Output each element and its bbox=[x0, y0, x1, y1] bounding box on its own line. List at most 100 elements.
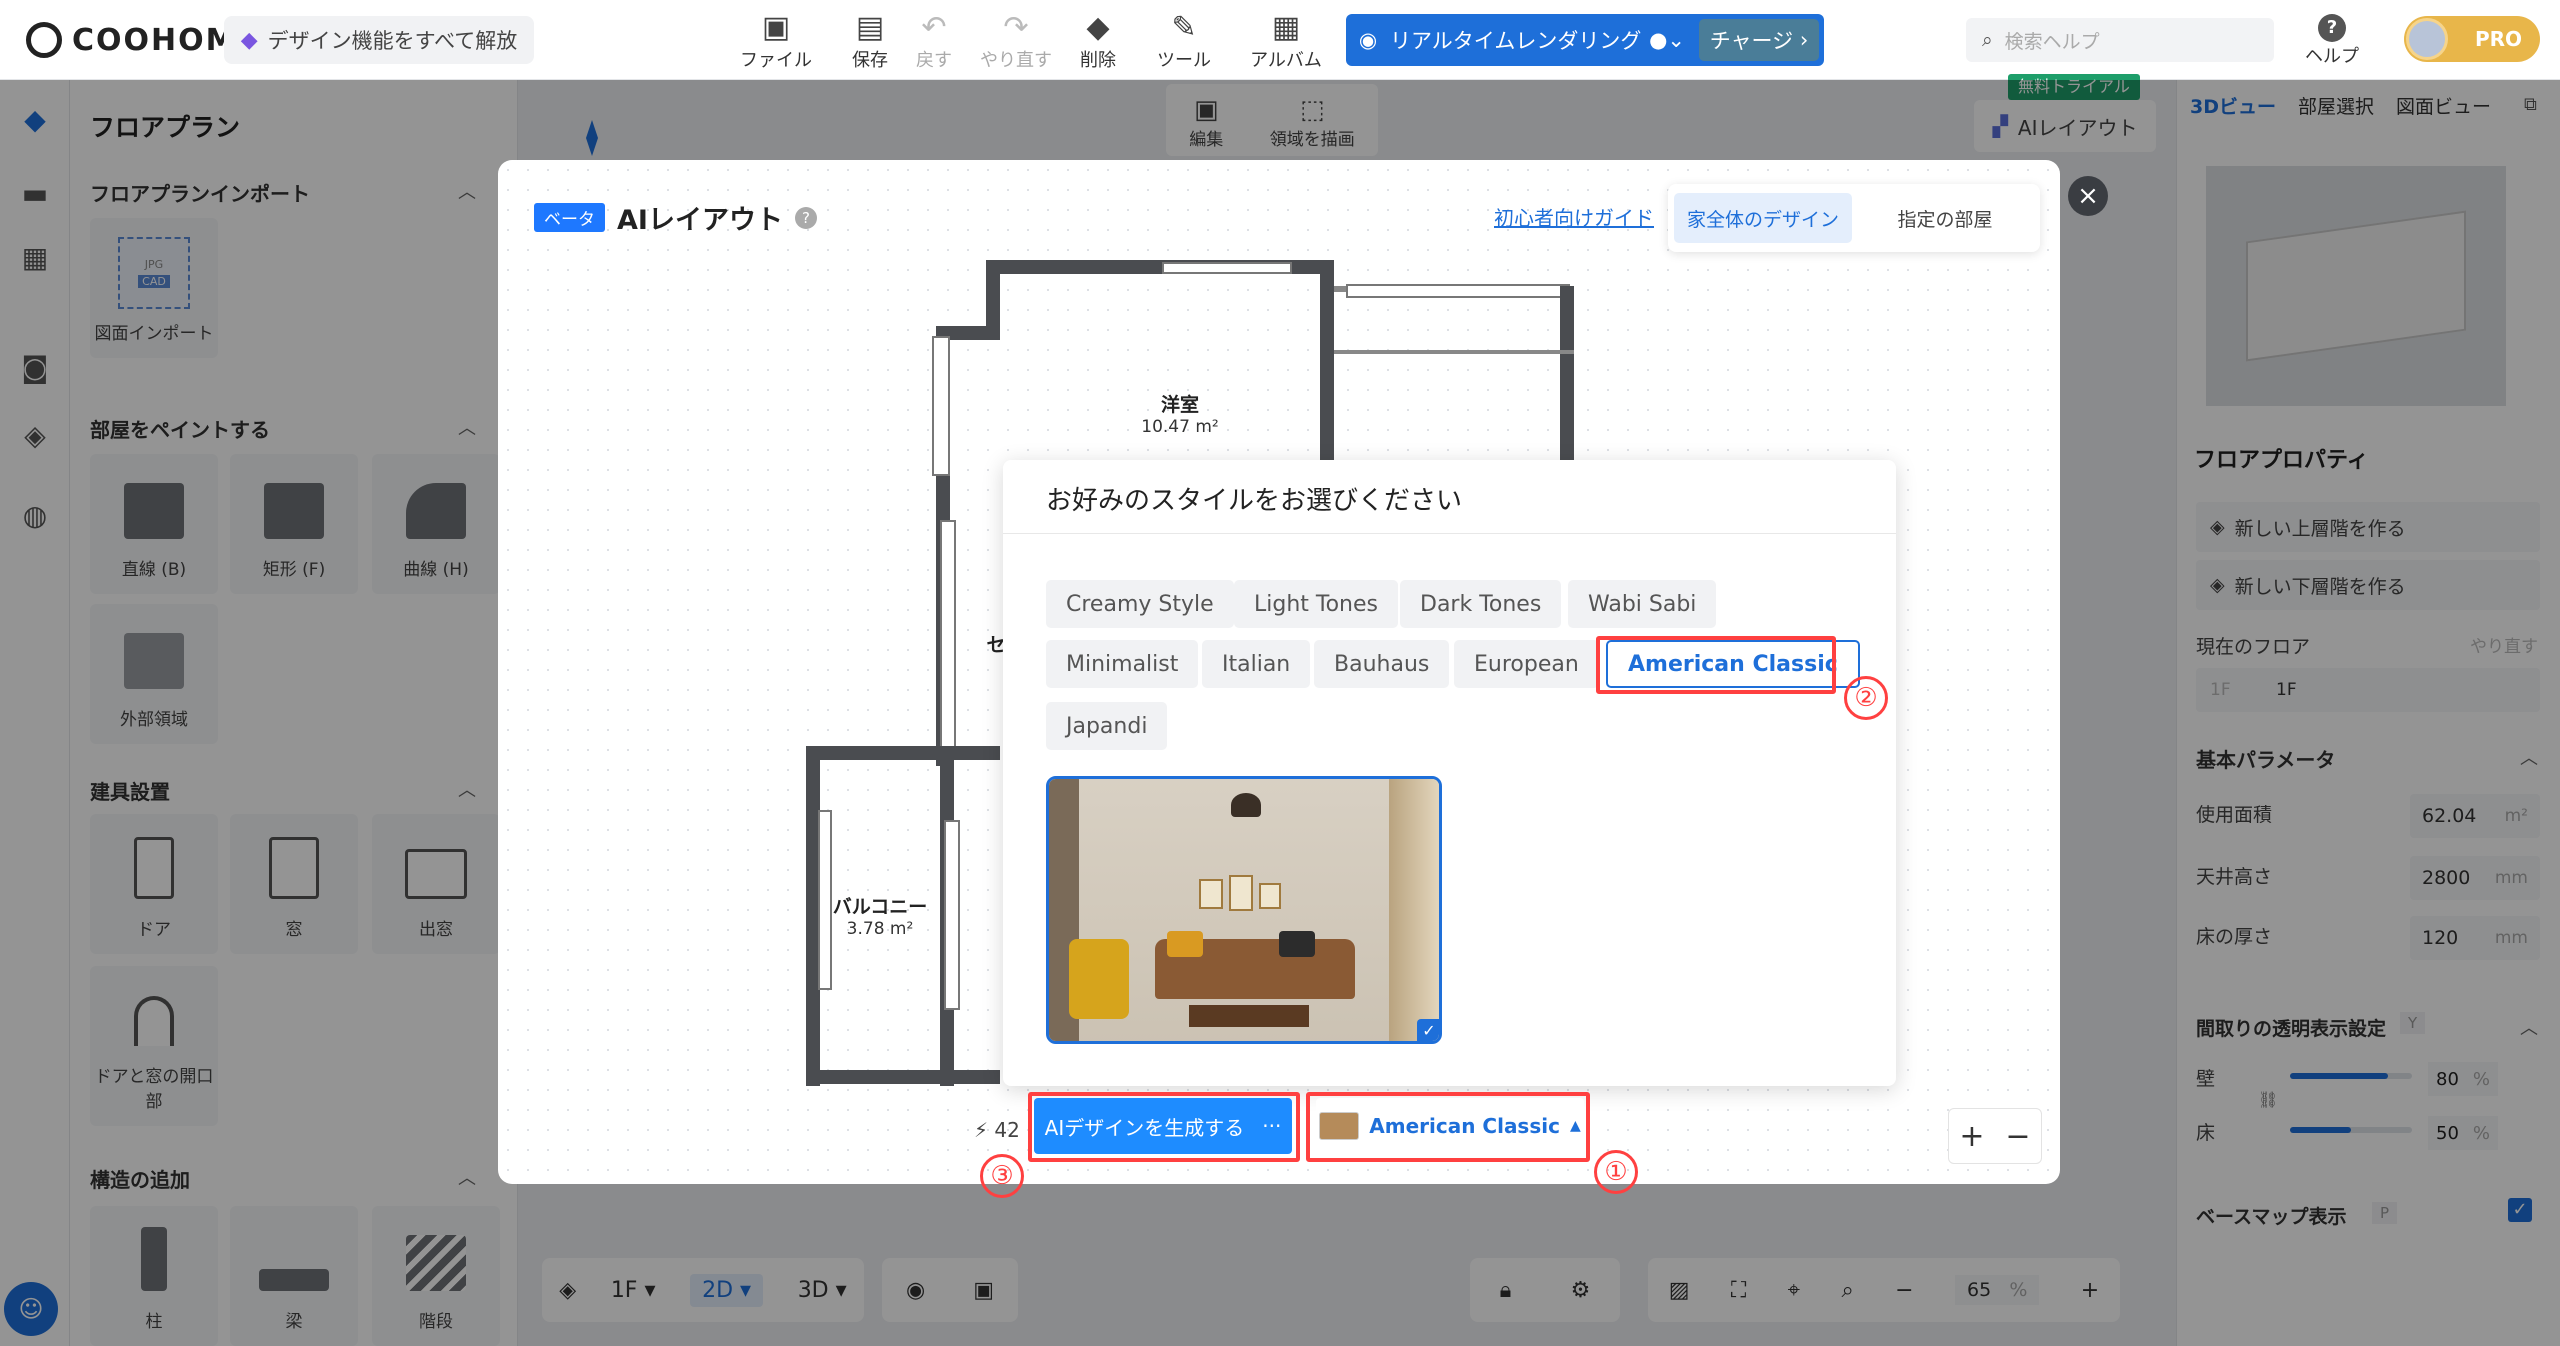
delete-label: 削除 bbox=[1080, 50, 1116, 71]
album-button[interactable]: ▦ アルバム bbox=[1244, 10, 1328, 72]
style-chip[interactable]: Dark Tones bbox=[1400, 580, 1562, 628]
frame bbox=[1229, 875, 1253, 911]
bolt-icon: ⚡ bbox=[974, 1118, 989, 1142]
avatar bbox=[2406, 18, 2448, 60]
realtime-render-button[interactable]: ◉ リアルタイムレンダリング ●⌄ チャージ › bbox=[1346, 14, 1824, 66]
album-label: アルバム bbox=[1250, 50, 1322, 71]
wrench-icon: ✎ bbox=[1171, 10, 1197, 45]
window bbox=[1162, 262, 1292, 274]
help-icon: ? bbox=[2318, 14, 2346, 42]
room-label: 洋室 10.47 m² bbox=[1110, 390, 1250, 437]
app-logo[interactable]: COOHOM bbox=[26, 20, 238, 60]
design-scope-toggle: 家全体のデザイン 指定の部屋 bbox=[1668, 184, 2040, 252]
album-icon: ▦ bbox=[1271, 10, 1301, 45]
annotation-box bbox=[1306, 1092, 1590, 1162]
file-icon: ▣ bbox=[761, 10, 791, 45]
style-chip[interactable]: Minimalist bbox=[1046, 640, 1199, 688]
frame bbox=[1259, 883, 1281, 909]
undo-button[interactable]: ↶ 戻す bbox=[892, 10, 976, 72]
window bbox=[944, 820, 960, 1010]
redo-icon: ↷ bbox=[1003, 10, 1029, 45]
annotation-box bbox=[1596, 636, 1836, 694]
window bbox=[932, 336, 950, 476]
coffee-table bbox=[1189, 1005, 1309, 1027]
redo-button[interactable]: ↷ やり直す bbox=[974, 10, 1058, 72]
beta-badge: ベータ bbox=[534, 203, 605, 232]
diamond-icon: ◆ bbox=[240, 27, 258, 53]
tools-label: ツール bbox=[1157, 50, 1211, 71]
wall bbox=[1560, 286, 1574, 462]
window bbox=[1346, 284, 1570, 298]
style-chip[interactable]: European bbox=[1454, 640, 1599, 688]
style-chip[interactable]: Italian bbox=[1202, 640, 1311, 688]
annotation-box bbox=[1028, 1092, 1300, 1162]
credits-value: 42 bbox=[994, 1118, 1020, 1142]
wall bbox=[1320, 260, 1334, 460]
window bbox=[940, 520, 956, 760]
style-chip[interactable]: Wabi Sabi bbox=[1568, 580, 1717, 628]
eraser-icon: ◆ bbox=[1086, 10, 1110, 45]
save-icon: ▤ bbox=[855, 10, 885, 45]
help-button[interactable]: ? ヘルプ bbox=[2300, 14, 2364, 72]
unlock-label: デザイン機能をすべて解放 bbox=[267, 29, 518, 53]
logo-text: COOHOM bbox=[72, 22, 238, 58]
selected-check-icon: ✓ bbox=[1417, 1019, 1439, 1041]
toggle-icon[interactable]: ●⌄ bbox=[1649, 28, 1685, 52]
style-chip[interactable]: Creamy Style bbox=[1046, 580, 1234, 628]
search-placeholder: 検索ヘルプ bbox=[2004, 30, 2100, 53]
divider bbox=[1003, 533, 1896, 534]
zoom-out-button[interactable]: − bbox=[2005, 1119, 2030, 1154]
undo-label: 戻す bbox=[916, 50, 952, 71]
modal-title: AIレイアウト bbox=[617, 205, 783, 236]
help-icon[interactable]: ? bbox=[794, 206, 817, 229]
style-picker-title: お好みのスタイルをお選びください bbox=[1046, 486, 1463, 516]
style-chip[interactable]: Japandi bbox=[1046, 702, 1168, 750]
pro-label: PRO bbox=[2474, 27, 2522, 51]
tools-menu-button[interactable]: ✎ ツール bbox=[1142, 10, 1226, 72]
cushion bbox=[1279, 931, 1315, 957]
wall bbox=[1334, 350, 1574, 354]
style-chip[interactable]: Light Tones bbox=[1234, 580, 1398, 628]
file-label: ファイル bbox=[740, 50, 812, 71]
modal-header: ベータ AIレイアウト ? bbox=[534, 198, 817, 237]
annotation-number: ③ bbox=[980, 1154, 1024, 1198]
charge-label: チャージ bbox=[1709, 29, 1794, 53]
help-label: ヘルプ bbox=[2305, 46, 2359, 67]
zoom-in-button[interactable]: + bbox=[1959, 1119, 1984, 1154]
render-label: リアルタイムレンダリング bbox=[1390, 29, 1642, 53]
credits-counter: ⚡ 42 bbox=[974, 1118, 1020, 1142]
undo-icon: ↶ bbox=[921, 10, 947, 45]
room-area: 10.47 m² bbox=[1141, 417, 1219, 437]
curtain bbox=[1389, 779, 1439, 1041]
cushion bbox=[1167, 931, 1203, 957]
delete-button[interactable]: ◆ 削除 bbox=[1056, 10, 1140, 72]
chandelier bbox=[1231, 793, 1261, 817]
charge-button[interactable]: チャージ › bbox=[1699, 19, 1819, 61]
redo-label: やり直す bbox=[980, 50, 1052, 71]
annotation-number: ② bbox=[1844, 676, 1888, 720]
preview-zoom-control: + − bbox=[1948, 1108, 2042, 1164]
wall bbox=[806, 746, 950, 760]
coohom-logo-icon bbox=[26, 22, 62, 58]
frame bbox=[1199, 879, 1223, 909]
room-label: バルコニー 3.78 m² bbox=[824, 892, 936, 939]
file-menu-button[interactable]: ▣ ファイル bbox=[734, 10, 818, 72]
unlock-features-button[interactable]: ◆ デザイン機能をすべて解放 bbox=[224, 16, 534, 64]
room-name: バルコニー bbox=[832, 896, 928, 918]
tab-specific-room[interactable]: 指定の部屋 bbox=[1856, 193, 2034, 243]
annotation-number: ① bbox=[1594, 1150, 1638, 1194]
style-preview-card[interactable]: ✓ bbox=[1046, 776, 1442, 1044]
wall bbox=[806, 1070, 1000, 1084]
tab-whole-house[interactable]: 家全体のデザイン bbox=[1674, 193, 1852, 243]
search-input[interactable]: ⌕ 検索ヘルプ bbox=[1966, 18, 2274, 62]
armchair bbox=[1069, 939, 1129, 1019]
pro-account-button[interactable]: PRO bbox=[2404, 16, 2540, 62]
room-area: 3.78 m² bbox=[846, 919, 914, 939]
beginner-guide-link[interactable]: 初心者向けガイド bbox=[1494, 202, 1654, 231]
room-name: 洋室 bbox=[1160, 394, 1199, 416]
search-icon: ⌕ bbox=[1982, 29, 1993, 51]
close-icon[interactable]: × bbox=[2068, 176, 2108, 216]
style-chip[interactable]: Bauhaus bbox=[1314, 640, 1450, 688]
camera-icon: ◉ bbox=[1358, 28, 1378, 52]
save-label: 保存 bbox=[852, 50, 888, 71]
